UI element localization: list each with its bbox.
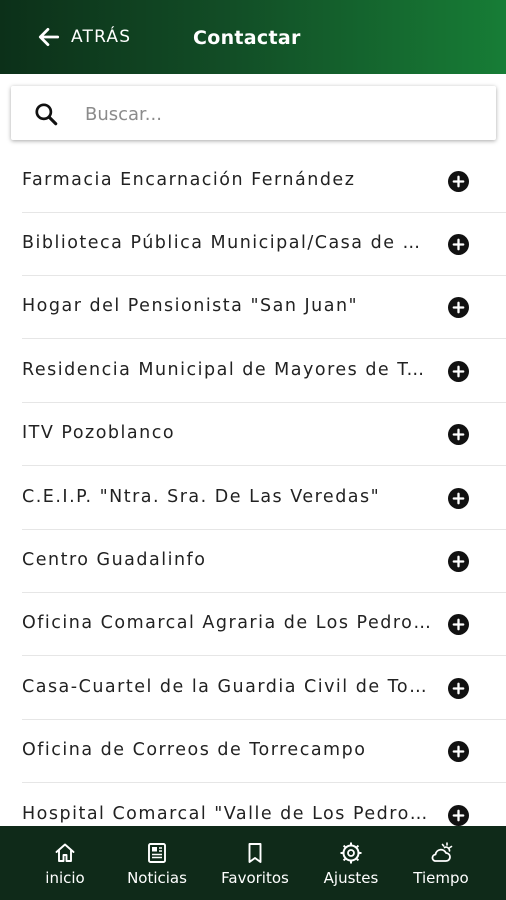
divider: [22, 465, 506, 466]
contact-item[interactable]: Centro Guadalinfo: [22, 530, 506, 593]
contact-label: ITV Pozoblanco: [22, 423, 176, 443]
contact-item[interactable]: ITV Pozoblanco: [22, 403, 506, 466]
page-title: Contactar: [193, 27, 301, 49]
contact-label: Residencia Municipal de Mayores de Torre…: [22, 360, 432, 380]
contact-item[interactable]: Biblioteca Pública Municipal/Casa de Cul…: [22, 213, 506, 276]
tab-tiempo[interactable]: Tiempo: [396, 826, 486, 900]
tab-label: Favoritos: [221, 869, 289, 887]
tab-label: inicio: [45, 869, 85, 887]
plus-circle-icon[interactable]: [448, 297, 469, 318]
contact-label: Oficina Comarcal Agraria de Los Pedroche…: [22, 613, 432, 633]
plus-circle-icon[interactable]: [448, 171, 469, 192]
plus-circle-icon[interactable]: [448, 805, 469, 826]
plus-circle-icon[interactable]: [448, 614, 469, 635]
home-icon: [55, 843, 75, 862]
back-label: ATRÁS: [71, 27, 132, 47]
plus-circle-icon[interactable]: [448, 551, 469, 572]
gear-icon: [340, 842, 362, 864]
tab-label: Ajustes: [323, 869, 379, 887]
contact-label: Hogar del Pensionista "San Juan": [22, 296, 359, 316]
contact-label: Centro Guadalinfo: [22, 550, 207, 570]
contact-label: C.E.I.P. "Ntra. Sra. De Las Veredas": [22, 487, 381, 507]
contact-item[interactable]: Hospital Comarcal "Valle de Los Pedroche…: [22, 784, 506, 826]
tab-label: Noticias: [127, 869, 187, 887]
arrow-left-icon: [38, 28, 60, 46]
bottom-tab-bar: inicio Noticias Favoritos Ajustes Tiempo: [0, 826, 506, 900]
contact-label: Oficina de Correos de Torrecampo: [22, 740, 367, 760]
contact-item[interactable]: C.E.I.P. "Ntra. Sra. De Las Veredas": [22, 467, 506, 530]
newspaper-icon: [148, 843, 166, 863]
app-header: ATRÁS Contactar: [0, 0, 506, 74]
divider: [22, 655, 506, 656]
plus-circle-icon[interactable]: [448, 488, 469, 509]
tab-favoritos[interactable]: Favoritos: [210, 826, 300, 900]
contact-label: Hospital Comarcal "Valle de Los Pedroche…: [22, 804, 432, 824]
search-input[interactable]: [83, 96, 477, 132]
divider: [22, 782, 506, 783]
plus-circle-icon[interactable]: [448, 741, 469, 762]
bookmark-icon: [248, 843, 262, 863]
contact-item[interactable]: Hogar del Pensionista "San Juan": [22, 276, 506, 339]
contact-label: Casa-Cuartel de la Guardia Civil de Torr…: [22, 677, 432, 697]
contacts-list: Farmacia Encarnación Fernández Bibliotec…: [0, 150, 506, 826]
plus-circle-icon[interactable]: [448, 361, 469, 382]
plus-circle-icon[interactable]: [448, 234, 469, 255]
tab-noticias[interactable]: Noticias: [112, 826, 202, 900]
weather-icon: [431, 842, 453, 862]
contact-item[interactable]: Casa-Cuartel de la Guardia Civil de Torr…: [22, 657, 506, 720]
contact-item[interactable]: Farmacia Encarnación Fernández: [22, 150, 506, 213]
plus-circle-icon[interactable]: [448, 424, 469, 445]
divider: [22, 338, 506, 339]
tab-ajustes[interactable]: Ajustes: [306, 826, 396, 900]
back-button[interactable]: ATRÁS: [36, 24, 131, 50]
contact-label: Farmacia Encarnación Fernández: [22, 170, 356, 190]
contact-item[interactable]: Oficina Comarcal Agraria de Los Pedroche…: [22, 593, 506, 656]
contact-label: Biblioteca Pública Municipal/Casa de Cul…: [22, 233, 432, 253]
plus-circle-icon[interactable]: [448, 678, 469, 699]
contact-item[interactable]: Oficina de Correos de Torrecampo: [22, 720, 506, 783]
search-icon: [35, 103, 58, 126]
tab-label: Tiempo: [413, 869, 469, 887]
contact-item[interactable]: Residencia Municipal de Mayores de Torre…: [22, 340, 506, 403]
search-bar: [11, 86, 496, 140]
tab-inicio[interactable]: inicio: [18, 826, 112, 900]
